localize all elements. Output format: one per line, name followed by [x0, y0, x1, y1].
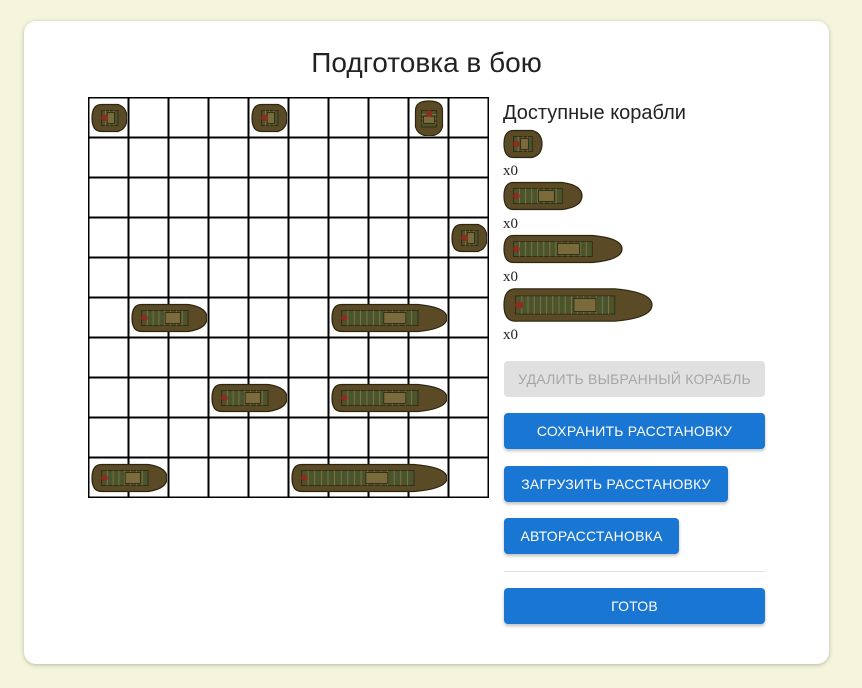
ship-size-2-count: x0: [503, 216, 518, 232]
available-ship-size-1[interactable]: x0: [503, 129, 543, 179]
placed-ship[interactable]: [131, 303, 207, 333]
placed-ship[interactable]: [211, 383, 287, 413]
placed-ship[interactable]: [451, 223, 487, 253]
ship-size-4-icon[interactable]: [503, 287, 653, 323]
placed-ship[interactable]: [91, 463, 167, 493]
ship-size-3-count: x0: [503, 269, 518, 285]
available-ships-title: Доступные корабли: [503, 102, 686, 124]
battle-board[interactable]: [88, 97, 489, 498]
available-ship-size-2[interactable]: x0: [503, 181, 583, 232]
ship-size-1-icon[interactable]: [503, 129, 543, 159]
ready-button[interactable]: Готов: [504, 588, 765, 624]
auto-placement-button[interactable]: Авторасстановка: [504, 518, 679, 554]
placed-ship[interactable]: [91, 103, 127, 133]
delete-ship-button[interactable]: Удалить выбранный корабль: [504, 361, 765, 397]
divider: [504, 571, 765, 572]
available-ship-size-4[interactable]: x0: [503, 287, 653, 343]
placed-ship[interactable]: [331, 303, 447, 333]
placed-ship[interactable]: [291, 463, 447, 493]
board-grid[interactable]: [88, 97, 489, 498]
setup-card: Подготовка в бою Доступные корабли x0 x0…: [24, 21, 829, 664]
ship-size-2-icon[interactable]: [503, 181, 583, 211]
placed-ship[interactable]: [251, 103, 287, 133]
available-ship-size-3[interactable]: x0: [503, 234, 623, 285]
page-title: Подготовка в бою: [311, 47, 542, 78]
load-placement-button[interactable]: Загрузить расстановку: [504, 466, 728, 502]
ship-size-1-count: x0: [503, 163, 518, 179]
ship-size-4-count: x0: [503, 327, 518, 343]
ship-size-3-icon[interactable]: [503, 234, 623, 264]
placed-ship[interactable]: [414, 100, 444, 136]
placed-ship[interactable]: [331, 383, 447, 413]
save-placement-button[interactable]: Сохранить расстановку: [504, 413, 765, 449]
